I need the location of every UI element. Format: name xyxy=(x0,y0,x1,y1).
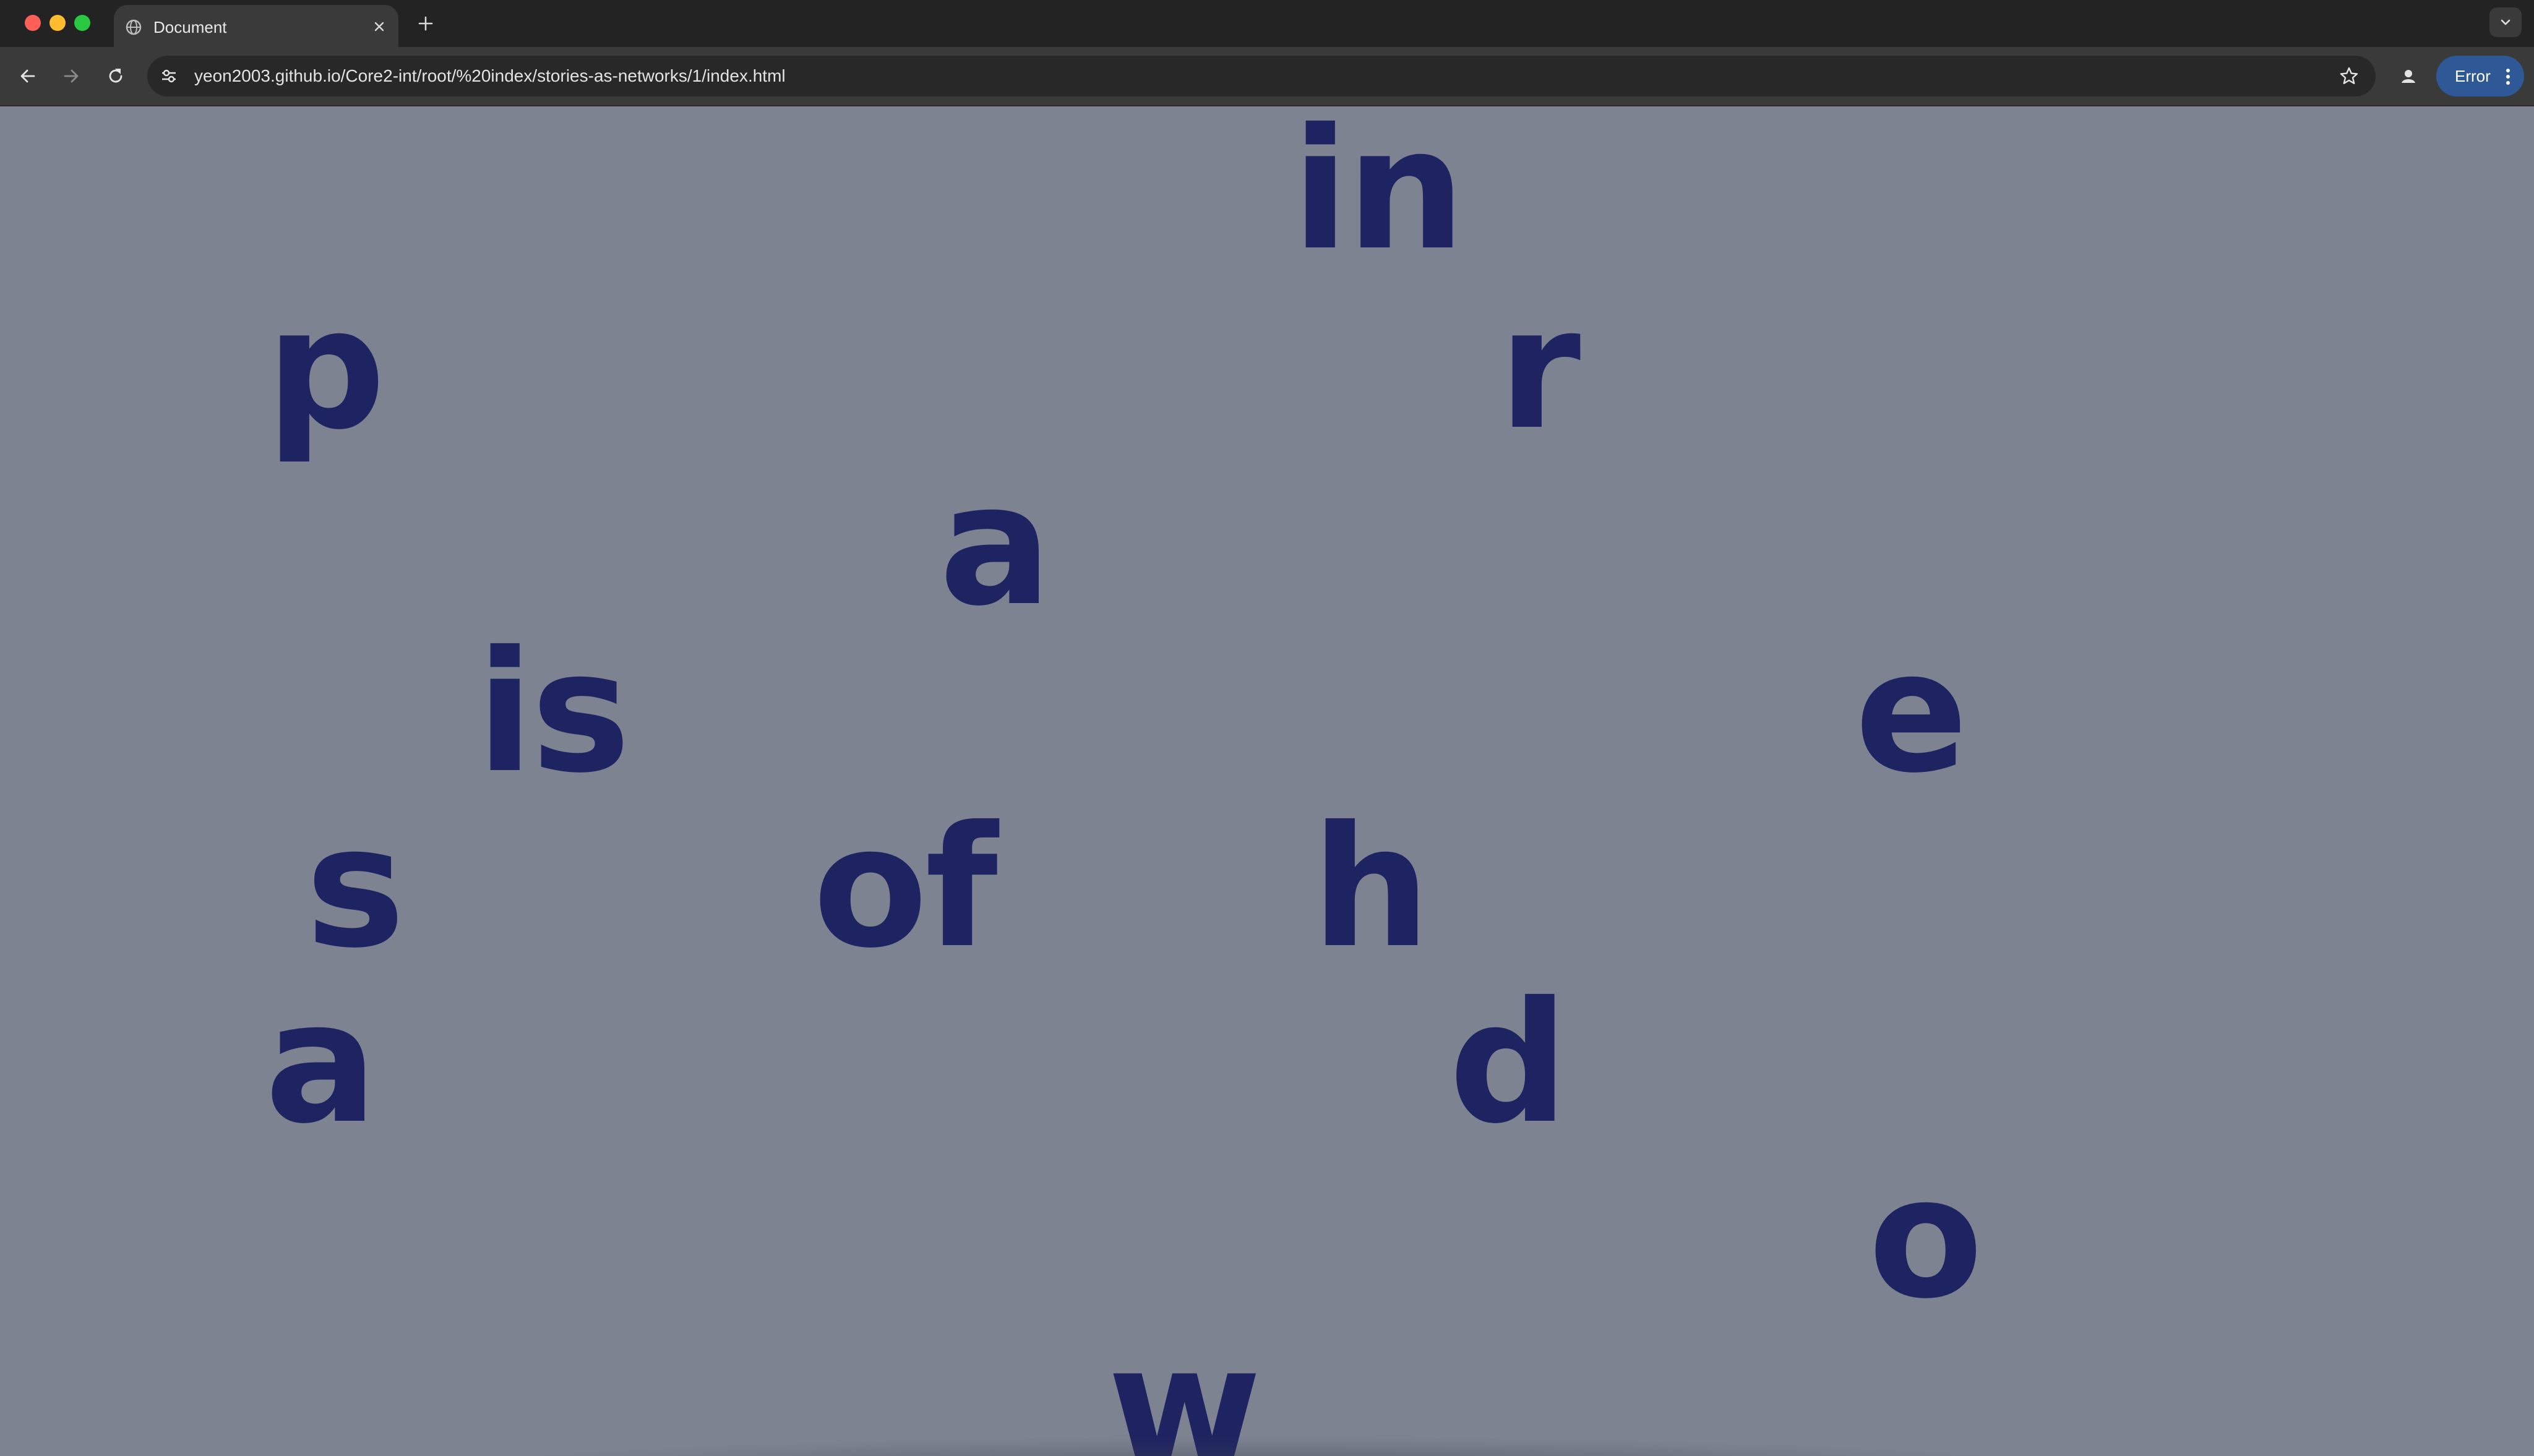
word-h: h xyxy=(1312,790,1430,985)
url-text: yeon2003.github.io/Core2-int/root/%20ind… xyxy=(194,66,786,85)
word-of: of xyxy=(813,790,998,985)
plus-icon xyxy=(418,16,433,31)
word-r: r xyxy=(1498,272,1581,466)
minimize-window-button[interactable] xyxy=(49,15,66,31)
chevron-down-icon xyxy=(2501,19,2510,25)
arrow-right-icon xyxy=(64,69,79,83)
word-p: p xyxy=(266,272,385,466)
maximize-window-button[interactable] xyxy=(74,15,90,31)
close-window-button[interactable] xyxy=(25,15,41,31)
word-a: a xyxy=(939,448,1052,643)
more-vert-icon xyxy=(2502,64,2514,89)
tab-title: Document xyxy=(153,18,227,36)
browser-window: Document yeon2003.github.io/Core2-int/ro… xyxy=(0,0,2534,1456)
forward-button[interactable] xyxy=(57,62,85,90)
word-e: e xyxy=(1855,615,1968,810)
bottom-shadow xyxy=(421,1436,2103,1456)
back-button[interactable] xyxy=(14,62,42,90)
error-label: Error xyxy=(2455,67,2491,85)
word-is: is xyxy=(476,615,630,810)
word-in: in xyxy=(1292,106,1466,287)
tab-search-button[interactable] xyxy=(2489,7,2522,37)
globe-icon xyxy=(125,19,142,36)
browser-toolbar: yeon2003.github.io/Core2-int/root/%20ind… xyxy=(0,47,2534,106)
page-viewport: in p r a is e s of h a d o w xyxy=(0,106,2534,1456)
address-bar[interactable]: yeon2003.github.io/Core2-int/root/%20ind… xyxy=(147,56,2376,96)
tab-strip: Document xyxy=(0,0,2534,47)
reload-icon xyxy=(109,69,122,83)
arrow-left-icon xyxy=(20,69,35,83)
close-icon[interactable] xyxy=(369,16,390,37)
word-o: o xyxy=(1868,1141,1983,1335)
person-icon xyxy=(2399,66,2418,86)
error-button[interactable]: Error xyxy=(2436,56,2524,96)
tune-icon[interactable] xyxy=(156,63,182,89)
reload-button[interactable] xyxy=(101,62,130,90)
word-s: s xyxy=(306,790,405,985)
word-a: a xyxy=(265,966,377,1160)
word-d: d xyxy=(1449,966,1568,1160)
new-tab-button[interactable] xyxy=(413,11,438,36)
tab-document[interactable]: Document xyxy=(114,5,398,47)
profile-button[interactable] xyxy=(2393,61,2424,92)
star-icon[interactable] xyxy=(2336,63,2362,89)
